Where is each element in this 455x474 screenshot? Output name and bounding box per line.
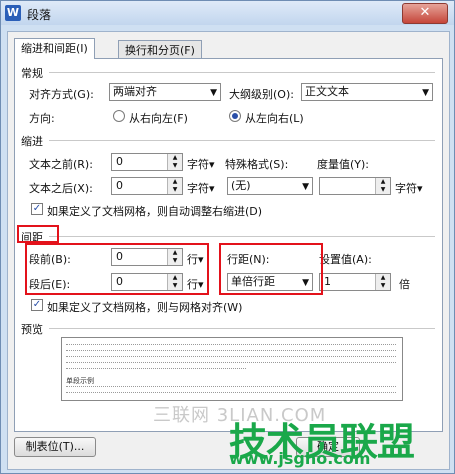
preview-line — [66, 356, 396, 358]
spin-up-icon[interactable]: ▲ — [376, 274, 390, 282]
divider — [49, 236, 435, 237]
section-indent: 缩进 — [21, 135, 43, 148]
indent-before-unit[interactable]: 字符▾ — [187, 156, 215, 172]
spin-down-icon[interactable]: ▼ — [376, 282, 390, 290]
special-format-value: (无) — [231, 179, 251, 192]
tab-indent-spacing[interactable]: 缩进和间距(I) — [14, 38, 95, 59]
preview-line — [66, 386, 396, 388]
section-general: 常规 — [21, 67, 43, 80]
paragraph-dialog: W 段落 ✕ 缩进和间距(I) 换行和分页(F) 常规 对齐方式(G): 两端对… — [0, 0, 455, 474]
direction-label: 方向: — [29, 112, 55, 125]
indent-after-value: 0 — [116, 179, 123, 192]
preview-line — [66, 392, 396, 394]
watermark-url: www.jsgho.com — [229, 449, 371, 468]
measure-input[interactable]: ▲ ▼ — [319, 177, 391, 195]
indent-grid-checkbox[interactable]: ✓ — [31, 203, 43, 215]
special-format-label: 特殊格式(S): — [225, 158, 289, 171]
spin-up-icon[interactable]: ▲ — [168, 178, 182, 186]
preview-line — [66, 368, 246, 370]
ltr-label: 从左向右(L) — [245, 112, 304, 125]
spinner-buttons[interactable]: ▲ ▼ — [167, 154, 182, 170]
spin-down-icon[interactable]: ▼ — [168, 186, 182, 194]
set-value-unit: 倍 — [399, 278, 410, 291]
indent-before-value: 0 — [116, 155, 123, 168]
measure-unit[interactable]: 字符▾ — [395, 180, 423, 196]
close-button[interactable]: ✕ — [402, 3, 448, 24]
chevron-down-icon: ▼ — [302, 182, 309, 192]
indent-after-label: 文本之后(X): — [29, 182, 93, 195]
tab-panel: 常规 对齐方式(G): 两端对齐 ▼ 大纲级别(O): 正文文本 ▼ 方向: 从右向… — [14, 58, 443, 432]
chevron-down-icon: ▼ — [210, 88, 217, 98]
spin-down-icon[interactable]: ▼ — [168, 162, 182, 170]
preview-line — [66, 350, 396, 352]
preview-line — [66, 344, 396, 346]
highlight-line-spacing — [219, 243, 323, 295]
measure-label: 度量值(Y): — [317, 158, 370, 171]
indent-after-input[interactable]: 0 ▲ ▼ — [111, 177, 183, 195]
set-value-label: 设置值(A): — [319, 253, 372, 266]
spinner-buttons[interactable]: ▲ ▼ — [375, 274, 390, 290]
spinner-buttons[interactable]: ▲ ▼ — [375, 178, 390, 194]
rtl-label: 从右向左(F) — [129, 112, 188, 125]
chevron-down-icon: ▼ — [422, 88, 429, 98]
divider — [49, 328, 435, 329]
set-value-value: 1 — [324, 275, 331, 288]
divider — [49, 140, 435, 141]
preview-sample-text: 单段示例 — [66, 377, 94, 385]
spin-up-icon[interactable]: ▲ — [168, 154, 182, 162]
preview-line — [66, 362, 396, 364]
indent-grid-label: 如果定义了文档网格，则自动调整右缩进(D) — [47, 205, 263, 218]
rtl-radio[interactable] — [113, 110, 125, 122]
spin-down-icon[interactable]: ▼ — [376, 186, 390, 194]
set-value-input[interactable]: 1 ▲ ▼ — [319, 273, 391, 291]
alignment-label: 对齐方式(G): — [29, 88, 94, 101]
outline-level-value: 正文文本 — [305, 85, 349, 98]
spin-up-icon[interactable]: ▲ — [376, 178, 390, 186]
title-bar: W 段落 ✕ — [1, 1, 454, 25]
alignment-select[interactable]: 两端对齐 ▼ — [109, 83, 221, 101]
spacing-grid-label: 如果定义了文档网格，则与网格对齐(W) — [47, 301, 243, 314]
special-format-select[interactable]: (无) ▼ — [227, 177, 313, 195]
dialog-title: 段落 — [27, 8, 52, 22]
wps-app-icon: W — [5, 5, 21, 21]
section-preview: 预览 — [21, 323, 43, 336]
indent-after-unit[interactable]: 字符▾ — [187, 180, 215, 196]
alignment-value: 两端对齐 — [113, 85, 157, 98]
indent-before-label: 文本之前(R): — [29, 158, 93, 171]
highlight-spacing-title — [17, 225, 59, 243]
ltr-radio[interactable] — [229, 110, 241, 122]
spinner-buttons[interactable]: ▲ ▼ — [167, 178, 182, 194]
tab-stops-button[interactable]: 制表位(T)... — [14, 437, 96, 457]
outline-level-label: 大纲级别(O): — [229, 88, 294, 101]
highlight-spacing-before-after — [25, 243, 209, 295]
outline-level-select[interactable]: 正文文本 ▼ — [301, 83, 433, 101]
preview-box: 单段示例 — [61, 337, 403, 401]
spacing-grid-checkbox[interactable]: ✓ — [31, 299, 43, 311]
indent-before-input[interactable]: 0 ▲ ▼ — [111, 153, 183, 171]
tab-line-page-breaks[interactable]: 换行和分页(F) — [118, 40, 202, 59]
divider — [49, 72, 435, 73]
